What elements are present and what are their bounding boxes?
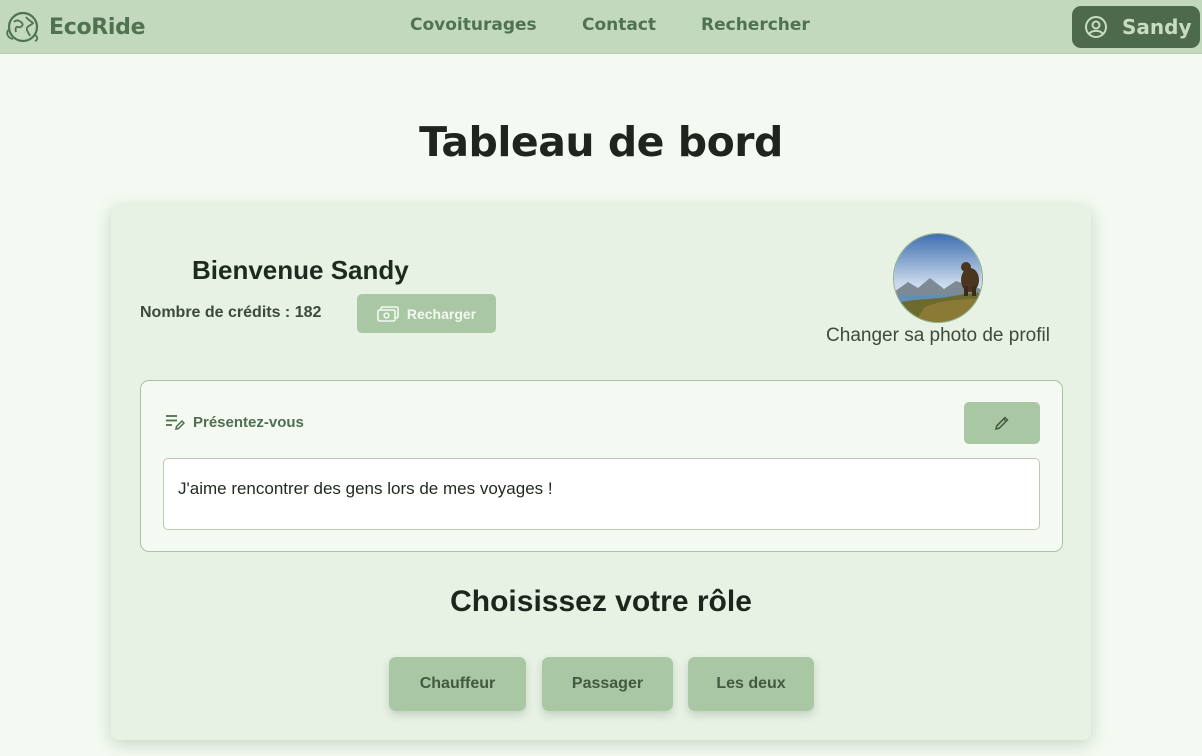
change-photo-link[interactable]: Changer sa photo de profil: [791, 325, 1085, 347]
recharge-button[interactable]: Recharger: [357, 294, 496, 333]
page-title: Tableau de bord: [419, 118, 783, 166]
intro-label: Présentez-vous: [165, 413, 304, 431]
text-edit-icon: [165, 413, 185, 431]
brand[interactable]: EcoRide: [5, 10, 146, 44]
dashboard-card: Bienvenue Sandy Nombre de crédits : 182 …: [111, 205, 1091, 740]
pencil-icon: [994, 415, 1010, 431]
role-heading: Choisissez votre rôle: [450, 585, 752, 618]
intro-label-text: Présentez-vous: [193, 413, 304, 431]
brand-name[interactable]: EcoRide: [49, 15, 146, 40]
navbar: EcoRide Covoiturages Contact Rechercher …: [0, 0, 1202, 54]
intro-textarea[interactable]: J'aime rencontrer des gens lors de mes v…: [163, 458, 1040, 530]
nav-link-rechercher[interactable]: Rechercher: [701, 15, 810, 35]
role-passager-button[interactable]: Passager: [542, 657, 673, 711]
edit-intro-button[interactable]: [964, 402, 1040, 444]
user-menu-button[interactable]: Sandy: [1072, 6, 1200, 48]
role-chauffeur-button[interactable]: Chauffeur: [389, 657, 526, 711]
money-icon: [377, 305, 399, 322]
user-circle-icon: [1084, 15, 1108, 39]
nav-link-contact[interactable]: Contact: [582, 15, 656, 35]
globe-leaf-icon: [5, 10, 41, 44]
welcome-heading: Bienvenue Sandy: [192, 255, 409, 285]
user-name: Sandy: [1122, 15, 1192, 39]
intro-section: Présentez-vous J'aime rencontrer des gen…: [140, 380, 1063, 552]
recharge-label: Recharger: [406, 305, 477, 322]
avatar[interactable]: [893, 233, 983, 323]
role-both-button[interactable]: Les deux: [688, 657, 814, 711]
credits-count: Nombre de crédits : 182: [140, 304, 322, 321]
nav-link-covoiturages[interactable]: Covoiturages: [410, 15, 537, 35]
